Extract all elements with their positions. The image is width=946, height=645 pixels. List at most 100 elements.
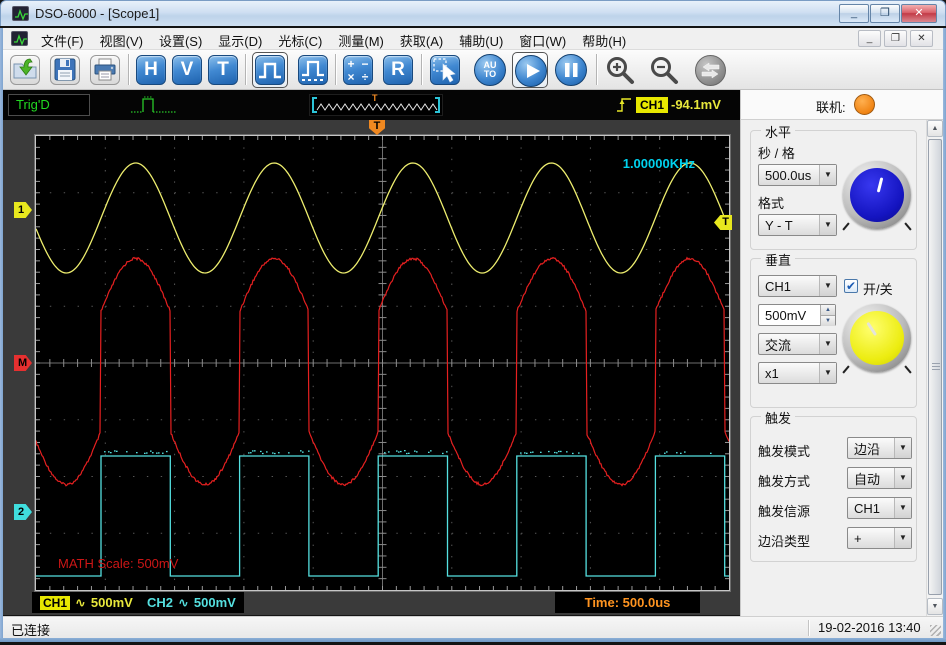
math-position-marker[interactable]: M [14, 355, 32, 371]
format-value: Y - T [765, 217, 793, 233]
waveform-normal-button[interactable] [255, 55, 285, 85]
trigger-position-marker[interactable]: T [369, 120, 385, 135]
datetime-readout: 19-02-2016 13:40 [818, 620, 921, 635]
chevron-down-icon[interactable]: ▼ [819, 215, 836, 235]
scrollbar-thumb[interactable] [928, 139, 942, 595]
refresh-button[interactable]: R [383, 55, 413, 85]
svg-text:+: + [347, 57, 354, 71]
trigger-group-title: 触发 [761, 408, 796, 427]
vertical-knob[interactable] [842, 304, 912, 374]
resize-grip[interactable] [930, 625, 941, 636]
save-button[interactable] [50, 55, 80, 85]
chevron-down-icon[interactable]: ▼ [894, 468, 911, 488]
mdi-minimize-button[interactable]: _ [858, 30, 881, 47]
spinner-down-icon[interactable]: ▼ [820, 315, 835, 326]
chevron-down-icon[interactable]: ▼ [819, 165, 836, 185]
connection-status: 已连接 [11, 623, 51, 638]
minimize-button[interactable]: _ [839, 4, 869, 23]
run-button[interactable] [515, 55, 547, 87]
mdi-restore-button[interactable]: ❐ [884, 30, 907, 47]
chevron-down-icon[interactable]: ▼ [819, 334, 836, 354]
scrollbar-down-icon[interactable]: ▼ [927, 598, 943, 615]
statusbar-separator [808, 620, 809, 636]
waveform-preview-bar[interactable]: T [309, 93, 443, 116]
horizontal-knob[interactable] [842, 161, 912, 231]
pulse-waveform-icon [130, 94, 178, 121]
pause-button[interactable] [555, 54, 587, 86]
chevron-down-icon[interactable]: ▼ [819, 363, 836, 383]
ch1-position-marker[interactable]: 1 [14, 202, 32, 218]
timebase-info-box: Time: 500.0us [555, 592, 700, 613]
knob-tick [904, 365, 912, 374]
trigger-mode-select[interactable]: 边沿 ▼ [847, 437, 912, 459]
channel-onoff-checkbox[interactable]: ✔ [844, 279, 858, 293]
horizontal-knob-face [850, 168, 904, 222]
online-status-row: 联机: [740, 90, 943, 120]
horizontal-group: 水平 秒 / 格 500.0us ▼ 格式 Y - T ▼ [750, 122, 917, 250]
format-label: 格式 [758, 196, 785, 211]
horizontal-setup-button[interactable]: H [136, 55, 166, 85]
trigger-setup-button[interactable]: T [208, 55, 238, 85]
chevron-down-icon[interactable]: ▼ [819, 276, 836, 296]
trigger-sweep-label: 触发方式 [758, 474, 811, 489]
zoom-in-button[interactable] [604, 54, 636, 91]
coupling-select[interactable]: 交流 ▼ [758, 333, 837, 355]
math-scale-readout: MATH Scale: 500mV [58, 556, 179, 571]
maximize-button[interactable]: ❐ [870, 4, 900, 23]
format-select[interactable]: Y - T ▼ [758, 214, 837, 236]
secdiv-select[interactable]: 500.0us ▼ [758, 164, 837, 186]
close-button[interactable]: ✕ [901, 4, 937, 23]
ch2-scale-readout: 500mV [193, 595, 236, 610]
chevron-down-icon[interactable]: ▼ [894, 528, 911, 548]
ch1-label-chip: CH1 [40, 595, 71, 610]
window-border-bottom [0, 638, 946, 642]
scope-crt[interactable]: 1.00000KHz MATH Scale: 500mV [35, 135, 730, 591]
self-calibration-button[interactable] [695, 55, 726, 86]
scrollbar-up-icon[interactable]: ▲ [927, 120, 943, 137]
chevron-down-icon[interactable]: ▼ [894, 498, 911, 518]
cursor-button[interactable] [430, 55, 460, 85]
math-button[interactable]: + − × ÷ [343, 55, 373, 85]
probe-select[interactable]: x1 ▼ [758, 362, 837, 384]
menu-bar: 文件(F) 视图(V) 设置(S) 显示(D) 光标(C) 测量(M) 获取(A) 辅助(U)… [3, 28, 943, 50]
ch2-position-marker[interactable]: 2 [14, 504, 32, 520]
channel-value: CH1 [765, 278, 792, 294]
horizontal-group-title: 水平 [761, 122, 796, 141]
toolbar-separator [421, 54, 422, 85]
scope-document-icon[interactable] [11, 31, 28, 46]
status-bar: 已连接 19-02-2016 13:40 [3, 616, 943, 638]
trigger-edge-icon [615, 94, 633, 121]
secdiv-value: 500.0us [765, 167, 812, 183]
trigger-sweep-select[interactable]: 自动 ▼ [847, 467, 912, 489]
open-button[interactable] [10, 55, 40, 85]
panel-scrollbar[interactable]: ▲ ▼ [926, 120, 943, 616]
waveform-persist-button[interactable] [298, 55, 328, 85]
edge-type-value: + [854, 530, 862, 546]
trigger-state-readout: Trig'D [8, 94, 90, 116]
volts-div-spinner[interactable]: 500mV ▲ ▼ [758, 304, 836, 326]
trigger-source-select[interactable]: CH1 ▼ [847, 497, 912, 519]
svg-text:×: × [347, 70, 354, 84]
channel-select[interactable]: CH1 ▼ [758, 275, 837, 297]
trigger-source-label: 触发信源 [758, 504, 811, 519]
edge-type-select[interactable]: + ▼ [847, 527, 912, 549]
channel-onoff-label: 开/关 [863, 282, 893, 297]
scope-display-area: 1.00000KHz MATH Scale: 500mV 1 M 2 T T C… [3, 120, 740, 615]
secdiv-label: 秒 / 格 [758, 146, 795, 161]
ch1-info-box[interactable]: CH1 ∿ 500mV [32, 592, 141, 613]
vertical-group: 垂直 CH1 ▼ ✔ 开/关 500mV ▲ ▼ 交流 ▼ x1 ▼ [750, 250, 917, 408]
coupling-value: 交流 [765, 337, 792, 353]
svg-text:−: − [361, 57, 368, 71]
vertical-setup-button[interactable]: V [172, 55, 202, 85]
preview-trigger-marker[interactable]: T [372, 93, 378, 103]
print-button[interactable] [90, 55, 120, 85]
edge-type-label: 边沿类型 [758, 534, 811, 549]
autoset-button[interactable]: AU TO [474, 54, 506, 86]
mdi-close-button[interactable]: ✕ [910, 30, 933, 47]
zoom-out-button[interactable] [648, 54, 680, 91]
trigger-group: 触发 触发模式 边沿 ▼ 触发方式 自动 ▼ 触发信源 CH1 ▼ 边沿类型 + ▼ [750, 408, 917, 562]
svg-text:÷: ÷ [362, 70, 369, 84]
ch2-info-box[interactable]: CH2 ∿ 500mV [139, 592, 244, 613]
chevron-down-icon[interactable]: ▼ [894, 438, 911, 458]
spinner-up-icon[interactable]: ▲ [820, 305, 835, 315]
